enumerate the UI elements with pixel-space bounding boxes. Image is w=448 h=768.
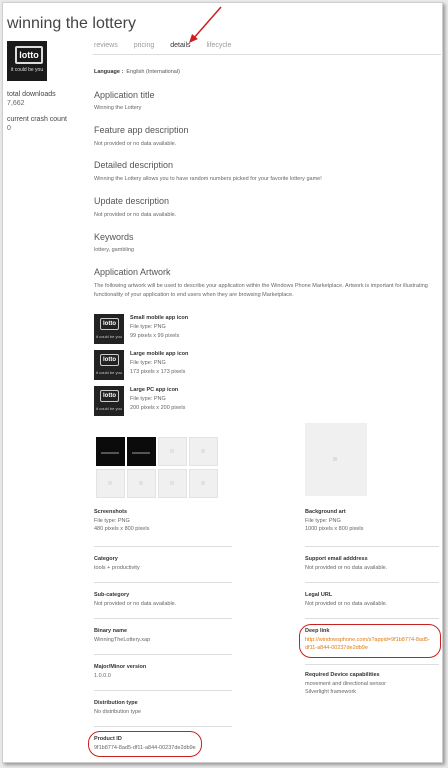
version-value: 1.0.0.0 xyxy=(94,673,111,679)
divider xyxy=(94,690,232,691)
divider xyxy=(94,618,232,619)
tab-divider xyxy=(93,54,441,55)
large-pc-icon-size: 200 pixels x 200 pixels xyxy=(130,405,186,411)
screenshot-placeholder xyxy=(158,469,187,498)
capabilities-label: Required Device capabilities xyxy=(305,672,380,678)
screenshots-filetype: File type: PNG xyxy=(94,518,130,524)
feature-description-text: Not provided or no data available. xyxy=(94,141,177,147)
support-email-value: Not provided or no data available. xyxy=(305,565,388,571)
category-value: tools + productivity xyxy=(94,565,140,571)
language-row: Language : English (International) xyxy=(94,69,180,75)
background-art-placeholder xyxy=(305,423,367,496)
large-pc-icon-logo: lotto xyxy=(100,390,119,402)
screenshot-placeholder xyxy=(158,437,187,466)
screenshot-placeholder xyxy=(127,469,156,498)
app-tile-caption: it could be you xyxy=(10,67,44,73)
annotation-arrow xyxy=(189,6,222,43)
screenshot-thumbnail[interactable] xyxy=(127,437,156,466)
sub-category-label: Sub-category xyxy=(94,592,130,598)
sub-category-value: Not provided or no data available. xyxy=(94,601,177,607)
language-value: English (International) xyxy=(126,69,180,75)
small-app-icon-label: Small mobile app icon xyxy=(130,315,189,321)
capability-item: movement and directional sensor xyxy=(305,681,387,687)
capability-item: Silverlight framework xyxy=(305,689,357,695)
feature-description-heading: Feature app description xyxy=(94,125,189,135)
small-app-icon-size: 99 pixels x 99 pixels xyxy=(130,333,180,339)
tab-pricing[interactable]: pricing xyxy=(134,42,155,49)
large-pc-icon-caption: it could be you xyxy=(96,406,122,411)
background-art-filetype: File type: PNG xyxy=(305,518,341,524)
large-mobile-icon-logo: lotto xyxy=(100,354,119,366)
legal-url-label: Legal URL xyxy=(305,592,333,598)
downloads-value: 7,662 xyxy=(7,100,25,107)
screenshot-thumbnail[interactable] xyxy=(96,437,125,466)
artwork-text: The following artwork will be used to de… xyxy=(94,283,428,298)
version-label: Major/Minor version xyxy=(94,664,147,670)
detailed-description-heading: Detailed description xyxy=(94,160,174,170)
large-mobile-icon-filetype: File type: PNG xyxy=(130,360,166,366)
small-app-icon-logo: lotto xyxy=(100,318,119,330)
annotation-circle xyxy=(88,731,202,757)
distribution-type-label: Distribution type xyxy=(94,700,138,706)
screenshots-size: 480 pixels x 800 pixels xyxy=(94,526,150,532)
distribution-type-value: No distribution type xyxy=(94,709,142,715)
divider xyxy=(305,664,439,665)
screenshot-placeholder xyxy=(189,469,218,498)
tab-reviews[interactable]: reviews xyxy=(94,42,118,49)
divider xyxy=(305,582,439,583)
details-page: winning the lottery reviews pricing deta… xyxy=(2,2,443,763)
language-label: Language : xyxy=(94,69,124,75)
app-title-text: Winning the Lottery xyxy=(94,105,142,111)
category-label: Category xyxy=(94,556,118,562)
divider xyxy=(94,654,232,655)
screenshots-label: Screenshots xyxy=(94,509,128,515)
background-art-size: 1000 pixels x 800 pixels xyxy=(305,526,364,532)
keywords-text: lottery, gambling xyxy=(94,247,134,253)
large-mobile-icon-size: 173 pixels x 173 pixels xyxy=(130,369,186,375)
screenshot-placeholder xyxy=(96,469,125,498)
large-mobile-icon-caption: it could be you xyxy=(96,370,122,375)
large-mobile-icon-label: Large mobile app icon xyxy=(130,351,189,357)
divider xyxy=(94,726,232,727)
app-title-heading: Application title xyxy=(94,90,155,100)
divider xyxy=(94,546,232,547)
binary-name-value: WinningTheLottery.xap xyxy=(94,637,151,643)
large-pc-icon-label: Large PC app icon xyxy=(130,387,179,393)
background-art-label: Background art xyxy=(305,509,346,515)
small-app-icon-image: lotto it could be you xyxy=(94,314,124,344)
annotation-circle xyxy=(299,624,441,658)
small-app-icon-filetype: File type: PNG xyxy=(130,324,166,330)
app-tile: lotto it could be you xyxy=(7,41,47,81)
artwork-heading: Application Artwork xyxy=(94,267,171,277)
downloads-label: total downloads xyxy=(7,91,56,98)
divider xyxy=(305,618,439,619)
crash-label: current crash count xyxy=(7,116,67,123)
crash-value: 0 xyxy=(7,125,11,132)
support-email-label: Support email adddress xyxy=(305,556,368,562)
legal-url-value: Not provided or no data available. xyxy=(305,601,388,607)
update-description-text: Not provided or no data available. xyxy=(94,212,177,218)
keywords-heading: Keywords xyxy=(94,232,134,242)
small-app-icon-caption: it could be you xyxy=(96,334,122,339)
update-description-heading: Update description xyxy=(94,196,170,206)
large-mobile-icon-image: lotto it could be you xyxy=(94,350,124,380)
app-title: winning the lottery xyxy=(7,15,136,32)
divider xyxy=(305,546,439,547)
divider xyxy=(94,582,232,583)
large-pc-icon-image: lotto it could be you xyxy=(94,386,124,416)
app-logo: lotto xyxy=(15,46,43,64)
binary-name-label: Binary name xyxy=(94,628,128,634)
detailed-description-text: Winning the Lottery allows you to have r… xyxy=(94,176,322,182)
screenshot-placeholder xyxy=(189,437,218,466)
large-pc-icon-filetype: File type: PNG xyxy=(130,396,166,402)
